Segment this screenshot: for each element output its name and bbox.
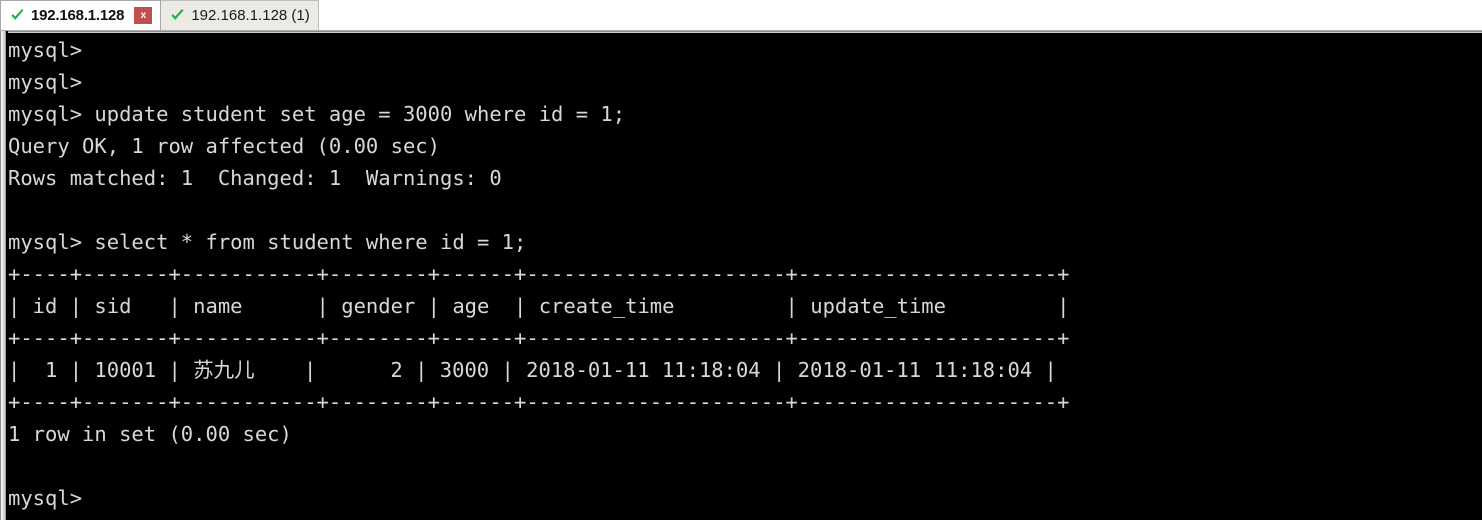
terminal-line: +----+-------+-----------+--------+-----…	[8, 262, 1070, 286]
terminal-line: mysql>	[8, 486, 83, 510]
terminal-window[interactable]: mysql> mysql> mysql> update student set ag…	[0, 31, 1482, 520]
tab-bar: 192.168.1.128 x 192.168.1.128 (1)	[0, 0, 1482, 31]
terminal-line: | 1 | 10001 | 苏九儿 | 2 | 3000 | 2018-01-1…	[8, 358, 1057, 382]
terminal-scrollbar[interactable]	[0, 31, 8, 520]
terminal-output[interactable]: mysql> mysql> mysql> update student set ag…	[8, 34, 1482, 520]
tab-bar-empty-area	[318, 0, 1482, 31]
terminal-line: | id | sid | name | gender | age | creat…	[8, 294, 1070, 318]
terminal-line: Query OK, 1 row affected (0.00 sec)	[8, 134, 440, 158]
terminal-line: Rows matched: 1 Changed: 1 Warnings: 0	[8, 166, 502, 190]
terminal-line: mysql>	[8, 38, 83, 62]
terminal-line: +----+-------+-----------+--------+-----…	[8, 390, 1070, 414]
green-check-icon	[170, 8, 185, 23]
tab-192-168-1-128[interactable]: 192.168.1.128 x	[0, 0, 162, 30]
terminal-top-border	[0, 31, 1482, 34]
tab-label: 192.168.1.128	[31, 6, 125, 24]
terminal-line: mysql>	[8, 70, 83, 94]
terminal-line: 1 row in set (0.00 sec)	[8, 422, 292, 446]
terminal-line: +----+-------+-----------+--------+-----…	[8, 326, 1070, 350]
green-check-icon	[10, 8, 25, 23]
terminal-line: mysql> update student set age = 3000 whe…	[8, 102, 626, 126]
terminal-line: mysql> select * from student where id = …	[8, 230, 527, 254]
tab-label: 192.168.1.128 (1)	[191, 6, 310, 24]
close-icon[interactable]: x	[134, 7, 153, 24]
tab-192-168-1-128-1[interactable]: 192.168.1.128 (1)	[160, 0, 319, 30]
